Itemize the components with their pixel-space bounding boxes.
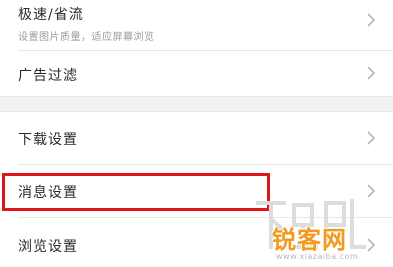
chevron-right-icon	[365, 65, 377, 81]
settings-item-subtitle: 设置图片质量，适应屏幕浏览	[18, 32, 155, 43]
settings-item-label: 下载设置	[18, 132, 78, 148]
settings-item-ad-filter[interactable]: 广告过滤	[0, 51, 393, 96]
section-separator	[0, 96, 393, 112]
chevron-right-icon	[365, 237, 377, 253]
settings-item-message[interactable]: 消息设置	[0, 165, 393, 217]
chevron-right-icon	[365, 183, 377, 199]
settings-item-label: 极速/省流	[18, 7, 84, 23]
settings-item-label: 广告过滤	[18, 68, 78, 84]
settings-item-label: 浏览设置	[18, 239, 78, 255]
chevron-right-icon	[365, 130, 377, 146]
settings-item-label: 消息设置	[18, 185, 78, 201]
settings-item-speed-mode[interactable]: 极速/省流 设置图片质量，适应屏幕浏览	[0, 0, 393, 50]
settings-item-download[interactable]: 下载设置	[0, 112, 393, 164]
chevron-right-icon	[365, 12, 377, 28]
settings-screen: 极速/省流 设置图片质量，适应屏幕浏览 广告过滤 下载设置 消息设置 浏览设置	[0, 0, 393, 267]
settings-item-browse[interactable]: 浏览设置	[0, 218, 393, 267]
